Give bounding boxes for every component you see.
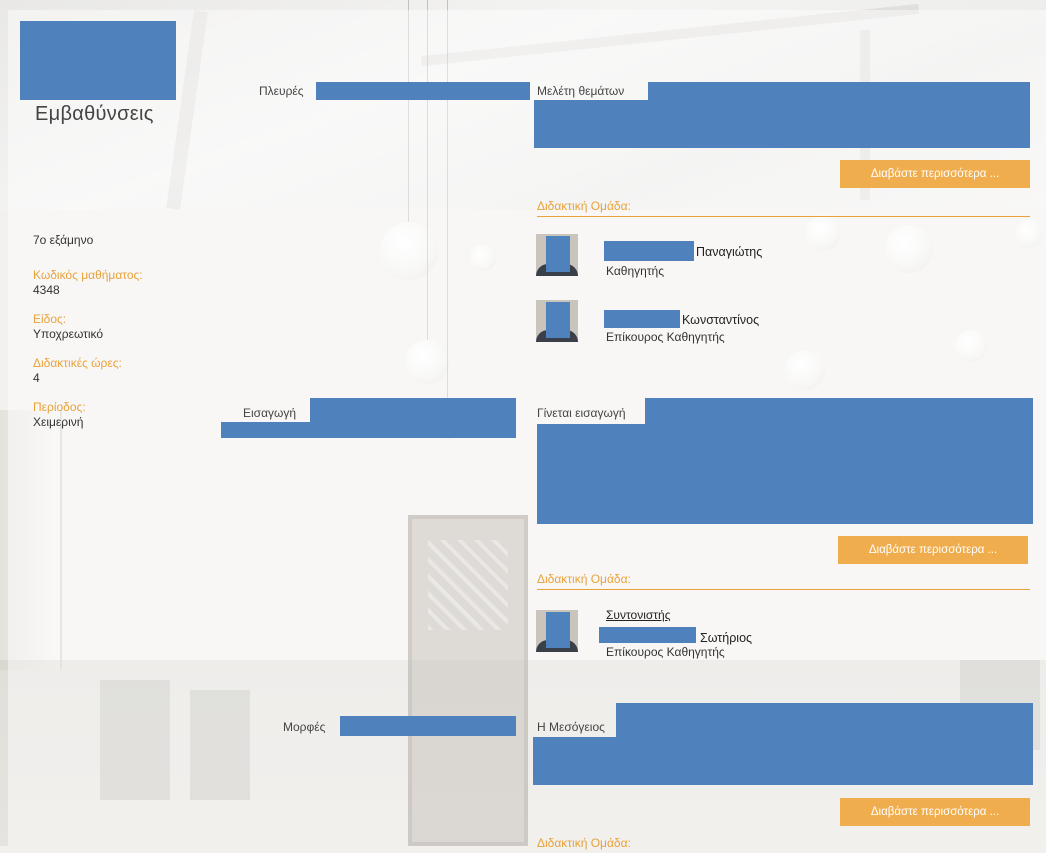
member-name[interactable]: Κωνσταντίνος [682, 313, 759, 327]
section-title: Πλευρές [259, 84, 304, 98]
field-value: Χειμερινή [33, 415, 84, 429]
section-title: Μορφές [283, 720, 326, 734]
section-title-redacted [340, 716, 516, 736]
member-photo [536, 610, 578, 652]
field-label: Διδακτικές ώρες: [33, 356, 122, 370]
field-label: Κωδικός μαθήματος: [33, 268, 143, 282]
period-field: Περίοδος: Χειμερινή [33, 400, 143, 430]
course-type-field: Είδος: Υποχρεωτικό [33, 312, 143, 342]
teaching-team-heading: Διδακτική Ομάδα: [537, 572, 1030, 590]
field-value: Υποχρεωτικό [33, 327, 104, 341]
teaching-team-heading: Διδακτική Ομάδα: [537, 836, 631, 850]
course-title: Εμβαθύνσεις [35, 103, 154, 125]
section-description: Η Μεσόγειος [537, 720, 605, 734]
field-label: Είδος: [33, 312, 67, 326]
surname-redacted [604, 310, 680, 328]
section-title: Εισαγωγή [243, 406, 297, 420]
teaching-hours-field: Διδακτικές ώρες: 4 [33, 356, 143, 386]
member-name[interactable]: Παναγιώτης [696, 245, 762, 259]
teaching-team-heading: Διδακτική Ομάδα: [537, 199, 1030, 217]
read-more-button[interactable]: Διαβάστε περισσότερα ... [840, 160, 1030, 188]
course-info-panel: 7ο εξάμηνο Κωδικός μαθήματος: 4348 Είδος… [33, 233, 143, 444]
description-redacted [533, 737, 1033, 785]
description-redacted [537, 424, 1033, 524]
member-role: Επίκουρος Καθηγητής [606, 645, 725, 659]
section-title-redacted [316, 82, 530, 100]
member-photo [536, 234, 578, 276]
member-role: Επίκουρος Καθηγητής [606, 330, 725, 344]
course-code-field: Κωδικός μαθήματος: 4348 [33, 268, 143, 298]
page-content: Εμβαθύνσεις 7ο εξάμηνο Κωδικός μαθήματος… [0, 0, 1046, 850]
surname-redacted [604, 241, 694, 261]
section-description: Γίνεται εισαγωγή [537, 406, 626, 420]
semester-label: 7ο εξάμηνο [33, 233, 94, 247]
field-value: 4348 [33, 283, 60, 297]
member-name[interactable]: Σωτήριος [700, 631, 752, 645]
read-more-button[interactable]: Διαβάστε περισσότερα ... [840, 798, 1030, 826]
description-redacted [648, 82, 1030, 100]
course-image-redacted [20, 21, 176, 100]
coordinator-link[interactable]: Συντονιστής [606, 608, 671, 622]
description-redacted [616, 703, 1033, 737]
surname-redacted [599, 627, 696, 643]
section-title-redacted [221, 422, 516, 438]
description-redacted [534, 100, 1030, 148]
member-role: Καθηγητής [606, 264, 665, 278]
section-title-redacted [310, 398, 516, 422]
read-more-button[interactable]: Διαβάστε περισσότερα ... [838, 536, 1028, 564]
field-label: Περίοδος: [33, 400, 86, 414]
member-photo [536, 300, 578, 342]
field-value: 4 [33, 371, 40, 385]
section-description: Μελέτη θεμάτων [537, 84, 625, 98]
description-redacted [645, 398, 1033, 424]
